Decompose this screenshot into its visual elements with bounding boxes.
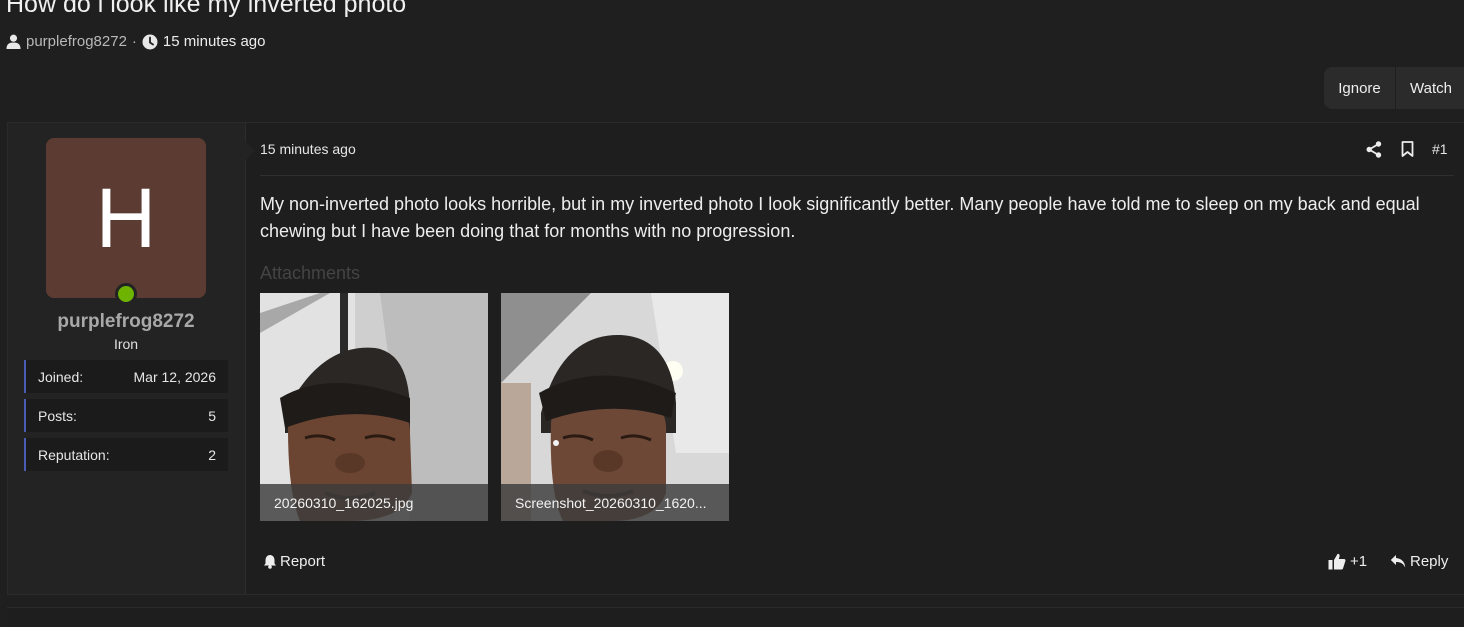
stat-joined: Joined: Mar 12, 2026 [24, 360, 228, 393]
bookmark-icon[interactable] [1397, 139, 1417, 159]
clock-icon [142, 34, 158, 50]
meta-separator: · [131, 33, 137, 50]
thumbs-up-icon [1328, 553, 1346, 570]
reaction-count: +1 [1350, 553, 1368, 570]
next-post-edge [7, 607, 1464, 627]
avatar[interactable]: H [46, 138, 206, 298]
post-header-divider [260, 175, 1454, 176]
attachment-filename: Screenshot_20260310_1620... [501, 484, 729, 521]
post-user-cell: H purplefrog8272 Iron Joined: Mar 12, 20… [8, 123, 246, 594]
post-tools: #1 [1364, 139, 1448, 159]
stat-value[interactable]: 5 [208, 408, 216, 424]
post-container: H purplefrog8272 Iron Joined: Mar 12, 20… [7, 122, 1464, 595]
thread-title: How do i look like my inverted photo [6, 0, 407, 18]
thread-author-link[interactable]: purplefrog8272 [26, 33, 127, 50]
user-rank-title: Iron [113, 336, 139, 352]
post-username[interactable]: purplefrog8272 [8, 311, 244, 333]
avatar-letter: H [95, 171, 157, 265]
stat-value: Mar 12, 2026 [133, 368, 217, 385]
user-icon [6, 34, 21, 49]
online-status-indicator [115, 283, 137, 305]
post-arrow [245, 141, 255, 161]
attachment-thumbnail[interactable]: Screenshot_20260310_1620... [501, 293, 729, 521]
reply-icon [1390, 554, 1406, 569]
thread-time[interactable]: 15 minutes ago [163, 33, 266, 50]
like-button[interactable]: +1 [1328, 553, 1367, 570]
stat-label: Joined: [38, 368, 84, 385]
stat-label: Posts: [38, 407, 77, 424]
post-number-link[interactable]: #1 [1432, 141, 1448, 157]
watch-button[interactable]: Watch [1396, 67, 1464, 109]
thread-action-group: Ignore Watch [1324, 67, 1464, 109]
reply-label: Reply [1410, 553, 1449, 570]
attachments-heading: Attachments [260, 263, 361, 283]
report-button[interactable]: Report [263, 553, 325, 570]
stat-value: 2 [208, 446, 216, 463]
thread-meta: purplefrog8272 · 15 minutes ago [6, 33, 266, 50]
report-label: Report [280, 553, 326, 570]
share-icon[interactable] [1364, 139, 1384, 159]
stat-label: Reputation: [38, 446, 110, 463]
attachment-filename: 20260310_162025.jpg [260, 484, 488, 521]
reply-button[interactable]: Reply [1390, 553, 1448, 570]
post-body: My non-inverted photo looks horrible, bu… [260, 194, 1420, 241]
stat-reputation: Reputation: 2 [24, 438, 228, 471]
ignore-button[interactable]: Ignore [1324, 67, 1395, 109]
attachment-thumbnail[interactable]: 20260310_162025.jpg [260, 293, 488, 521]
bell-icon [263, 554, 277, 569]
post-date[interactable]: 15 minutes ago [260, 141, 356, 157]
stat-posts: Posts: 5 [24, 399, 228, 432]
